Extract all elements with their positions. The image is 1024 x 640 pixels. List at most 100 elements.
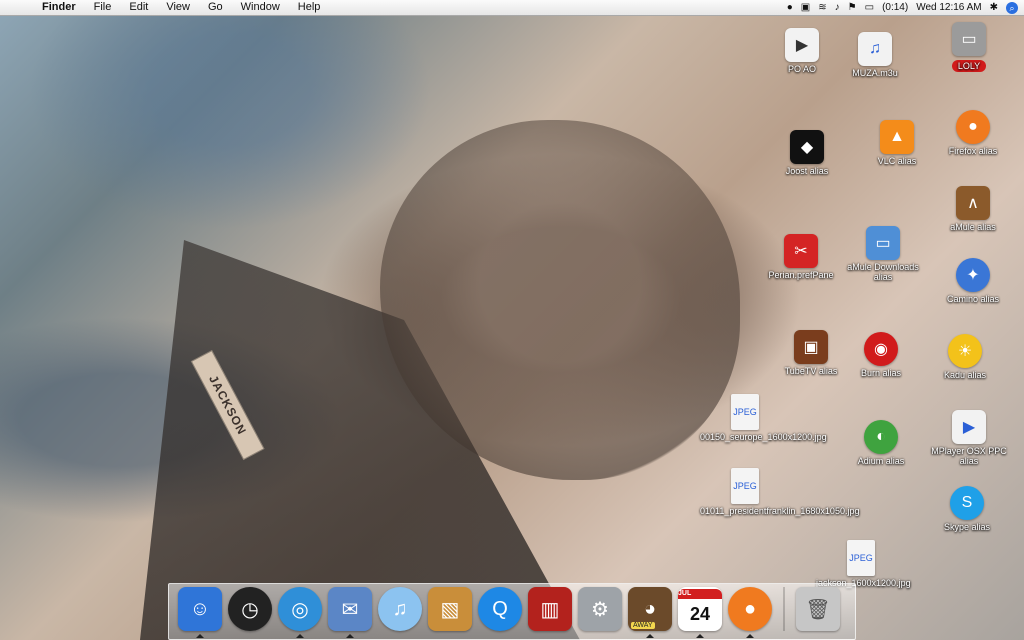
jpeg-file-icon: JPEG	[731, 468, 759, 504]
menubar-clock[interactable]: Wed 12:16 AM	[916, 0, 981, 15]
desktop-icon-label: aMule Downloads alias	[847, 262, 919, 282]
desktop-icon-label: Firefox alias	[948, 146, 998, 156]
desktop-icon-jpeg3[interactable]: JPEG jackson_1600x1200.jpg	[816, 540, 911, 588]
menu-edit[interactable]: Edit	[120, 0, 157, 15]
quicktime-icon: Q	[492, 597, 508, 620]
tubetv-icon: ▣	[794, 330, 828, 364]
skype-icon: S	[950, 486, 984, 520]
dock-mail[interactable]: ✉	[328, 587, 372, 638]
desktop-icon-adium[interactable]: ◐ Adium alias	[836, 420, 926, 466]
dock-iphoto[interactable]: ▧	[428, 587, 472, 631]
running-indicator	[296, 634, 304, 638]
desktop-icon-label: 01011_presidentfranklin_1680x1050.jpg	[700, 506, 860, 516]
menu-file[interactable]: File	[85, 0, 121, 15]
desktop-icon-burn[interactable]: ◉ Burn alias	[836, 332, 926, 378]
dock-trash[interactable]: 🗑	[796, 587, 840, 631]
perian-icon: ✂	[784, 234, 818, 268]
calendar-month: JUL	[678, 589, 722, 599]
dock-itunes[interactable]: ♫	[378, 587, 422, 631]
menu-window[interactable]: Window	[232, 0, 289, 15]
menubar-extra-1-icon[interactable]: ●	[787, 0, 793, 15]
desktop-icon-camino[interactable]: ✦ Camino alias	[928, 258, 1018, 304]
dock-finder[interactable]: ☺	[178, 587, 222, 638]
mplayer-icon: ▶	[952, 410, 986, 444]
spotlight-icon[interactable]: ⌕	[1006, 1, 1018, 14]
dock-separator	[783, 587, 785, 631]
finder-icon: ☺	[189, 597, 211, 620]
folder-icon: ▭	[866, 226, 900, 260]
movie-file-icon: ▶	[785, 28, 819, 62]
adium-duck-icon: ◐	[864, 420, 898, 454]
desktop-icon-firefox[interactable]: ● Firefox alias	[928, 110, 1018, 156]
menu-view[interactable]: View	[157, 0, 199, 15]
safari-icon: ◎	[291, 598, 309, 621]
away-badge: AWAY	[631, 622, 655, 629]
desktop-icon-label: aMule alias	[950, 222, 996, 232]
battery-time[interactable]: (0:14)	[882, 0, 908, 15]
menubar-right: ● ▣ ≋ ♪ ⚑ ▭ (0:14) Wed 12:16 AM ✱ ⌕	[787, 0, 1024, 15]
iphoto-icon: ▧	[440, 598, 460, 621]
firefox-icon: ●	[743, 597, 757, 620]
camino-icon: ✦	[956, 258, 990, 292]
frontrow-icon: ▥	[540, 598, 560, 621]
burn-icon: ◉	[864, 332, 898, 366]
desktop-icon-label: Burn alias	[860, 368, 902, 378]
desktop-icon-label: LOLY	[951, 60, 987, 72]
menubar-wifi-icon[interactable]: ≋	[818, 0, 826, 15]
dock-firefox[interactable]: ●	[728, 587, 772, 638]
menu-finder[interactable]: Finder	[36, 0, 85, 15]
system-prefs-icon: ⚙	[591, 598, 609, 621]
joost-icon: ◆	[790, 130, 824, 164]
menu-help[interactable]: Help	[289, 0, 330, 15]
desktop-icon-joost[interactable]: ◆ Joost alias	[762, 130, 852, 176]
desktop-icon-amule-downloads[interactable]: ▭ aMule Downloads alias	[838, 226, 928, 282]
desktop-icon-kadu[interactable]: ☀ Kadu alias	[920, 334, 1010, 380]
desktop-icon-label: MPlayer OSX PPC alias	[931, 446, 1007, 466]
firefox-icon: ●	[956, 110, 990, 144]
running-indicator	[346, 634, 354, 638]
desktop-icon-jpeg1[interactable]: JPEG 00150_seurope_1600x1200.jpg	[700, 394, 827, 442]
dock-system-preferences[interactable]: ⚙	[578, 587, 622, 631]
desktop-icon-label: 00150_seurope_1600x1200.jpg	[700, 432, 827, 442]
desktop-icon-jpeg2[interactable]: JPEG 01011_presidentfranklin_1680x1050.j…	[700, 468, 860, 516]
dock-adium-away[interactable]: ◕ AWAY	[628, 587, 672, 638]
vlc-cone-icon: ▲	[880, 120, 914, 154]
desktop-icon-muza[interactable]: ♫ MUZA.m3u	[830, 32, 920, 78]
menubar-bluetooth-icon[interactable]: ✱	[990, 0, 998, 15]
desktop-icon-amule[interactable]: ∧ aMule alias	[928, 186, 1018, 232]
mail-icon: ✉	[341, 598, 359, 621]
running-indicator	[696, 634, 704, 638]
desktop-icon-label: Perian.prefPane	[768, 270, 834, 280]
menu-go[interactable]: Go	[199, 0, 232, 15]
menubar-flag-icon[interactable]: ⚑	[848, 0, 857, 15]
battery-icon[interactable]: ▭	[865, 0, 874, 15]
trash-icon: 🗑	[805, 598, 831, 621]
desktop-icon-skype[interactable]: S Skype alias	[922, 486, 1012, 532]
menubar-volume-icon[interactable]: ♪	[835, 0, 840, 15]
desktop-icon-label: Kadu alias	[943, 370, 987, 380]
dock-dashboard[interactable]: ◷	[228, 587, 272, 631]
menubar-extra-2-icon[interactable]: ▣	[801, 0, 810, 15]
desktop-icon-loly[interactable]: ▭ LOLY	[924, 22, 1014, 74]
dock-frontrow[interactable]: ▥	[528, 587, 572, 631]
running-indicator	[196, 634, 204, 638]
desktop-icon-mplayer[interactable]: ▶ MPlayer OSX PPC alias	[924, 410, 1014, 466]
amule-icon: ∧	[956, 186, 990, 220]
desktop-icon-label: Camino alias	[946, 294, 1000, 304]
dock-quicktime[interactable]: Q	[478, 587, 522, 631]
apple-menu-icon[interactable]	[12, 1, 26, 15]
kadu-sun-icon: ☀	[948, 334, 982, 368]
running-indicator	[646, 634, 654, 638]
desktop-icon-label: MUZA.m3u	[852, 68, 898, 78]
menubar: Finder File Edit View Go Window Help ● ▣…	[0, 0, 1024, 16]
dashboard-icon: ◷	[241, 598, 259, 621]
jpeg-file-icon: JPEG	[731, 394, 759, 430]
desktop-icon-perian[interactable]: ✂ Perian.prefPane	[756, 234, 846, 280]
dock: ☺ ◷ ◎ ✉ ♫ ▧ Q ▥ ⚙ ◕ AWAY JUL 24 ● 🗑	[168, 583, 856, 640]
dock-ical[interactable]: JUL 24	[678, 587, 722, 638]
desktop-icon-label: Adium alias	[857, 456, 905, 466]
playlist-file-icon: ♫	[858, 32, 892, 66]
calendar-day: 24	[689, 604, 711, 624]
desktop-icon-label: Skype alias	[943, 522, 991, 532]
dock-safari[interactable]: ◎	[278, 587, 322, 638]
